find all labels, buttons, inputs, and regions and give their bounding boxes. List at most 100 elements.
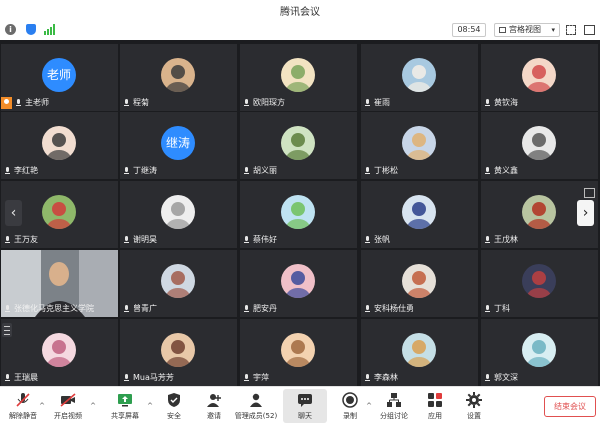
- participant-tile[interactable]: 宇萍: [240, 319, 357, 386]
- mic-icon: [3, 373, 12, 382]
- toolbar-label: 聊天: [298, 412, 312, 420]
- next-page-button[interactable]: ›: [577, 200, 594, 226]
- participant-tile[interactable]: 黄钦海: [481, 44, 598, 111]
- participant-tile[interactable]: 曾青广: [120, 250, 237, 317]
- participant-tile[interactable]: 李森林: [361, 319, 478, 386]
- participant-tile[interactable]: 黄义鑫: [481, 112, 598, 179]
- avatar-image: [281, 58, 315, 92]
- participant-tile[interactable]: 蔡伟好: [240, 181, 357, 248]
- avatar-image: [161, 333, 195, 367]
- participant-tile[interactable]: 肥安丹: [240, 250, 357, 317]
- avatar-image: [402, 264, 436, 298]
- participant-name: 程菊: [133, 98, 149, 107]
- nameplate: 蔡伟好: [242, 234, 277, 245]
- participant-name: 丁继涛: [133, 166, 157, 175]
- end-meeting-button[interactable]: 结束会议: [544, 396, 596, 417]
- toolbar-label: 应用: [428, 412, 442, 420]
- toolbar-members-button[interactable]: 管理成员(52): [234, 389, 278, 423]
- window-title-bar: 腾讯会议: [0, 0, 600, 20]
- mic-icon: [242, 98, 251, 107]
- chat-icon: [297, 392, 313, 408]
- participant-tile[interactable]: 欧阳琛方: [240, 44, 357, 111]
- participant-tile[interactable]: 安科杨仕勇: [361, 250, 478, 317]
- toolbar-label: 邀请: [207, 412, 221, 420]
- participant-tile[interactable]: Mua马芳芳: [120, 319, 237, 386]
- chevron-down-icon: ▾: [551, 26, 555, 34]
- window-title: 腾讯会议: [280, 7, 320, 18]
- mic-icon: [363, 373, 372, 382]
- participant-tile[interactable]: 胡义丽: [240, 112, 357, 179]
- window-mode-icon[interactable]: [584, 25, 595, 35]
- chevron-up-icon[interactable]: ^: [146, 402, 154, 410]
- side-panel-handle-icon[interactable]: [2, 323, 12, 337]
- toolbar-apps-button[interactable]: 应用: [413, 389, 457, 423]
- avatar-image: [161, 195, 195, 229]
- avatar-image: [522, 126, 556, 160]
- avatar: [522, 195, 556, 229]
- toolbar-label: 安全: [167, 412, 181, 420]
- participant-name: 胡义丽: [253, 166, 277, 175]
- nameplate: 主老师: [14, 97, 49, 108]
- participant-tile[interactable]: 张德化马克思主义学院: [1, 250, 118, 317]
- participant-tile[interactable]: 老师 主老师: [1, 44, 118, 111]
- chevron-up-icon[interactable]: ^: [89, 402, 97, 410]
- video-grid: 郭文深 李森林 宇萍 Mua马芳芳 王瑞晨 丁科 安科杨仕勇 肥安丹 曾青广 张德化马克思主义学院…: [0, 40, 600, 386]
- members-icon: [248, 392, 264, 408]
- nameplate: 张帆: [363, 234, 390, 245]
- chevron-up-icon[interactable]: ^: [365, 402, 373, 410]
- participant-tile[interactable]: 崔雨: [361, 44, 478, 111]
- participant-tile[interactable]: 丁彬松: [361, 112, 478, 179]
- participant-tile[interactable]: 程菊: [120, 44, 237, 111]
- toolbar-settings-gear-button[interactable]: 设置: [452, 389, 496, 423]
- nameplate: 胡义丽: [242, 165, 277, 176]
- mic-icon: [122, 98, 131, 107]
- toolbar-share-screen-button[interactable]: 共享屏幕: [103, 389, 147, 423]
- avatar: [161, 264, 195, 298]
- info-icon[interactable]: i: [5, 24, 16, 35]
- nameplate: 宇萍: [242, 372, 269, 383]
- participant-tile[interactable]: 谢明昊: [120, 181, 237, 248]
- participant-name: Mua马芳芳: [133, 373, 174, 382]
- avatar-image: [42, 195, 76, 229]
- avatar-image: [402, 58, 436, 92]
- mic-icon: [363, 304, 372, 313]
- mic-icon: [483, 166, 492, 175]
- mic-icon: [3, 235, 12, 244]
- participant-tile[interactable]: 王瑞晨: [1, 319, 118, 386]
- bottom-toolbar: 结束会议 解除静音 开启视频 共享屏幕 安全 邀请 管理成员(52) 聊天 录制 分组讨论 应用 设…: [0, 386, 600, 425]
- avatar-image: [42, 126, 76, 160]
- chevron-up-icon[interactable]: ^: [38, 402, 46, 410]
- toolbar-breakout-button[interactable]: 分组讨论: [372, 389, 416, 423]
- mic-icon: [242, 235, 251, 244]
- grid-view-icon: [499, 27, 506, 33]
- view-mode-button[interactable]: 宫格视图 ▾: [494, 23, 560, 37]
- participant-tile[interactable]: 丁科: [481, 250, 598, 317]
- toolbar-security-shield-button[interactable]: 安全: [152, 389, 196, 423]
- nameplate: 黄钦海: [483, 97, 518, 108]
- prev-page-button[interactable]: ‹: [5, 200, 22, 226]
- nameplate: 黄义鑫: [483, 165, 518, 176]
- avatar-image: [42, 333, 76, 367]
- toolbar-label: 管理成员(52): [234, 412, 278, 420]
- toolbar-video-off-button[interactable]: 开启视频: [46, 389, 90, 423]
- avatar: [161, 195, 195, 229]
- participant-name: 王戊林: [494, 235, 518, 244]
- nameplate: 丁继涛: [122, 165, 157, 176]
- signal-icon[interactable]: [44, 24, 56, 35]
- fullscreen-icon[interactable]: [566, 25, 576, 35]
- layout-toggle-icon[interactable]: [584, 188, 595, 198]
- participant-tile[interactable]: 李红艳: [1, 112, 118, 179]
- avatar-image: [281, 195, 315, 229]
- toolbar-invite-button[interactable]: 邀请: [192, 389, 236, 423]
- participant-tile[interactable]: 郭文深: [481, 319, 598, 386]
- avatar: [42, 195, 76, 229]
- avatar: [42, 126, 76, 160]
- participant-tile[interactable]: 继涛 丁继涛: [120, 112, 237, 179]
- meeting-info-bar: i 08:54 宫格视图 ▾: [0, 20, 600, 39]
- shield-icon[interactable]: [26, 24, 36, 35]
- muted-mic-icon: [15, 392, 31, 408]
- toolbar-chat-button[interactable]: 聊天: [283, 389, 327, 423]
- participant-tile[interactable]: 张帆: [361, 181, 478, 248]
- avatar-image: [522, 58, 556, 92]
- avatar-image: [402, 333, 436, 367]
